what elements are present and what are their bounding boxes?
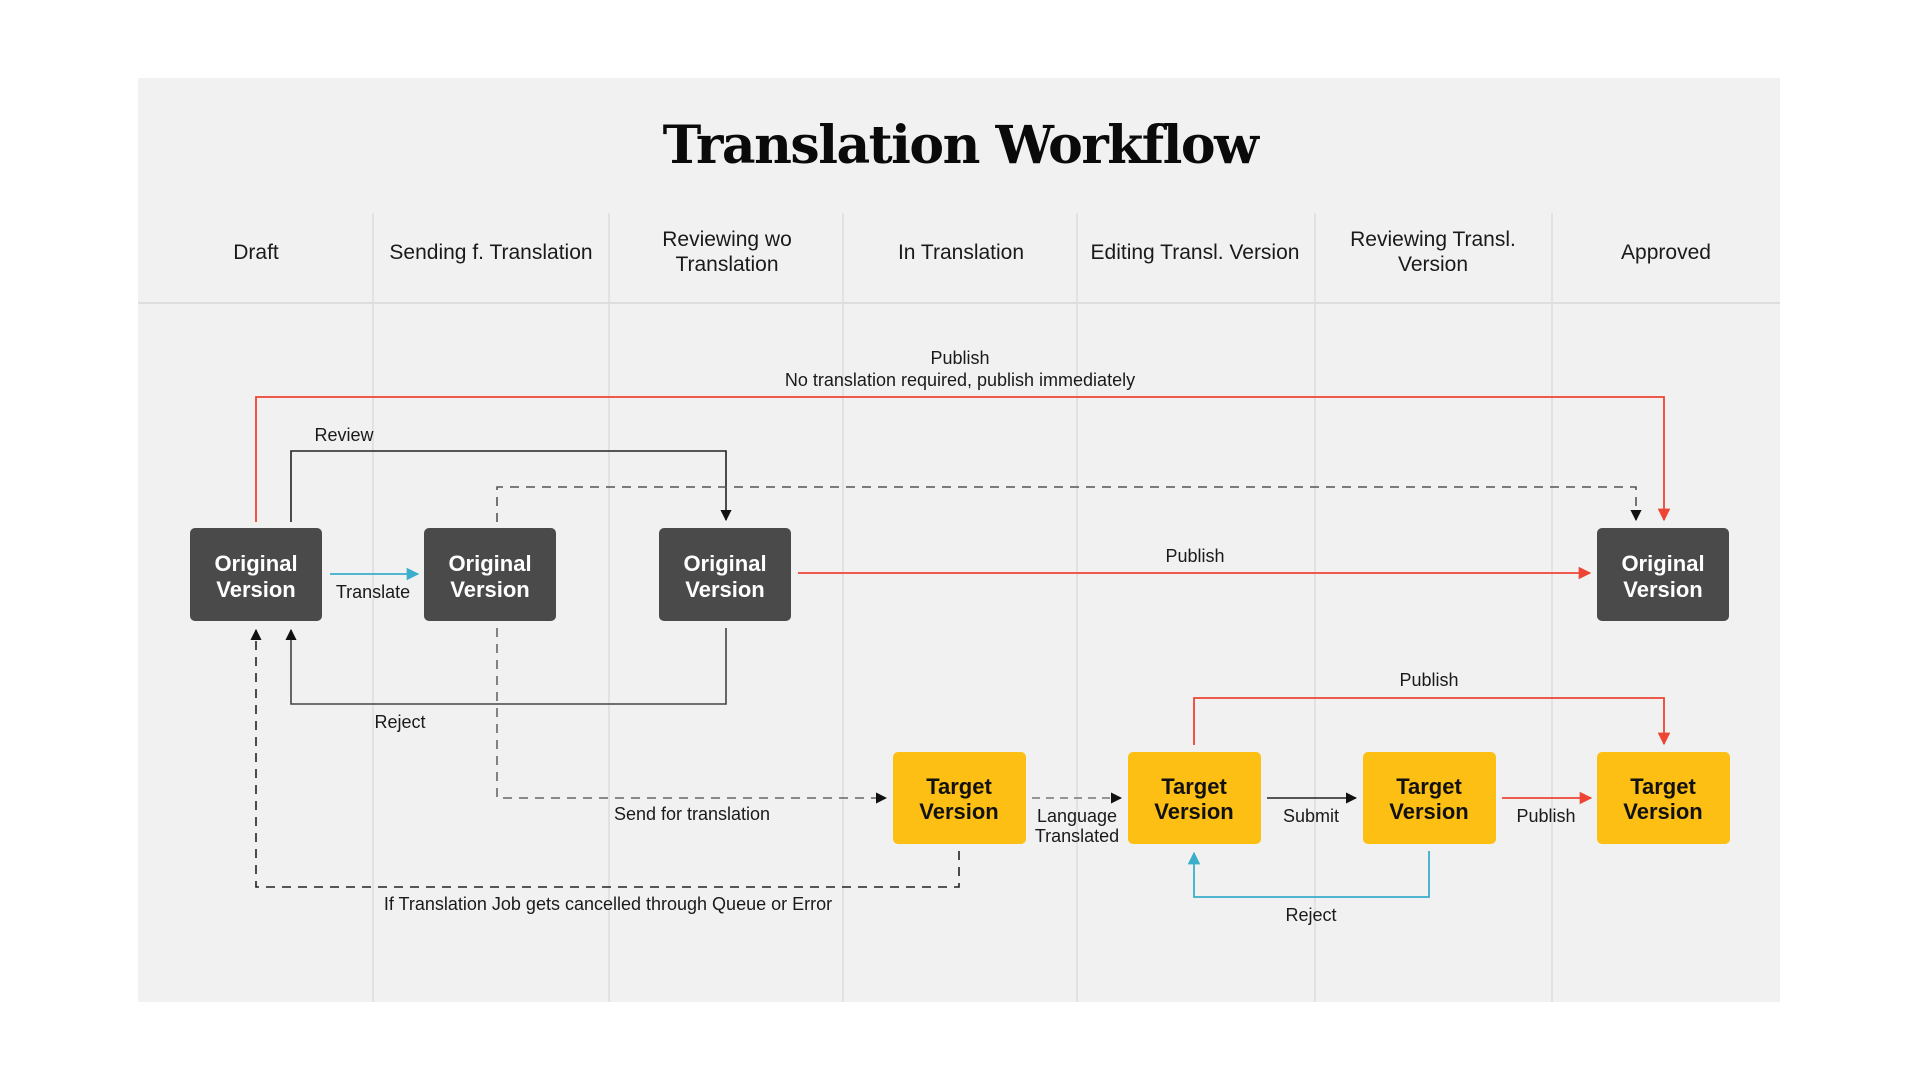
- edge-label-publish-original: Publish: [1165, 546, 1224, 566]
- node-original-reviewing[interactable]: Original Version: [659, 528, 791, 621]
- node-label-line2: Version: [1623, 577, 1702, 602]
- node-original-approved[interactable]: Original Version: [1597, 528, 1729, 621]
- node-target-in-translation[interactable]: Target Version: [893, 752, 1026, 844]
- edge-label-translate: Translate: [336, 582, 410, 602]
- edge-sending-to-approved: [496, 486, 1642, 522]
- node-label-line1: Original: [214, 551, 297, 576]
- node-target-approved[interactable]: Target Version: [1597, 752, 1730, 844]
- node-original-draft[interactable]: Original Version: [190, 528, 322, 621]
- edge-cancelled: [250, 628, 960, 888]
- node-label-line2: Version: [685, 577, 764, 602]
- edge-label-language-translated-1: Language: [1037, 806, 1117, 826]
- edge-label-review: Review: [314, 425, 374, 445]
- edge-reject-original: [285, 628, 727, 705]
- node-target-editing[interactable]: Target Version: [1128, 752, 1261, 844]
- node-label-line1: Original: [1621, 551, 1704, 576]
- node-label-line2: Version: [450, 577, 529, 602]
- node-label-line2: Version: [919, 799, 998, 824]
- edge-label-publish-immediately-2: No translation required, publish immedia…: [785, 370, 1135, 390]
- edge-label-submit: Submit: [1283, 806, 1339, 826]
- edge-label-publish-target-direct: Publish: [1399, 670, 1458, 690]
- node-label-line1: Target: [1396, 774, 1462, 799]
- node-label-line1: Target: [1161, 774, 1227, 799]
- node-target-reviewing[interactable]: Target Version: [1363, 752, 1496, 844]
- edge-label-publish-target: Publish: [1516, 806, 1575, 826]
- edge-label-reject-original: Reject: [374, 712, 425, 732]
- node-label-line2: Version: [216, 577, 295, 602]
- edge-publish-immediately: [255, 396, 1671, 522]
- edge-reject-target: [1187, 851, 1430, 898]
- node-label-line1: Target: [1630, 774, 1696, 799]
- workflow-diagram: Publish No translation required, publish…: [138, 213, 1780, 1002]
- node-label-line1: Original: [683, 551, 766, 576]
- node-label-line2: Version: [1154, 799, 1233, 824]
- edge-label-send-for-translation: Send for translation: [614, 804, 770, 824]
- node-label-line2: Version: [1389, 799, 1468, 824]
- node-label-line2: Version: [1623, 799, 1702, 824]
- edge-label-publish-immediately-1: Publish: [930, 348, 989, 368]
- edge-label-cancelled: If Translation Job gets cancelled throug…: [384, 894, 832, 914]
- edge-send-for-translation: [496, 628, 888, 804]
- node-original-sending[interactable]: Original Version: [424, 528, 556, 621]
- edge-label-language-translated-2: Translated: [1035, 826, 1119, 846]
- edge-label-reject-target: Reject: [1285, 905, 1336, 925]
- node-label-line1: Original: [448, 551, 531, 576]
- node-label-line1: Target: [926, 774, 992, 799]
- edge-publish-target-direct: [1193, 697, 1671, 746]
